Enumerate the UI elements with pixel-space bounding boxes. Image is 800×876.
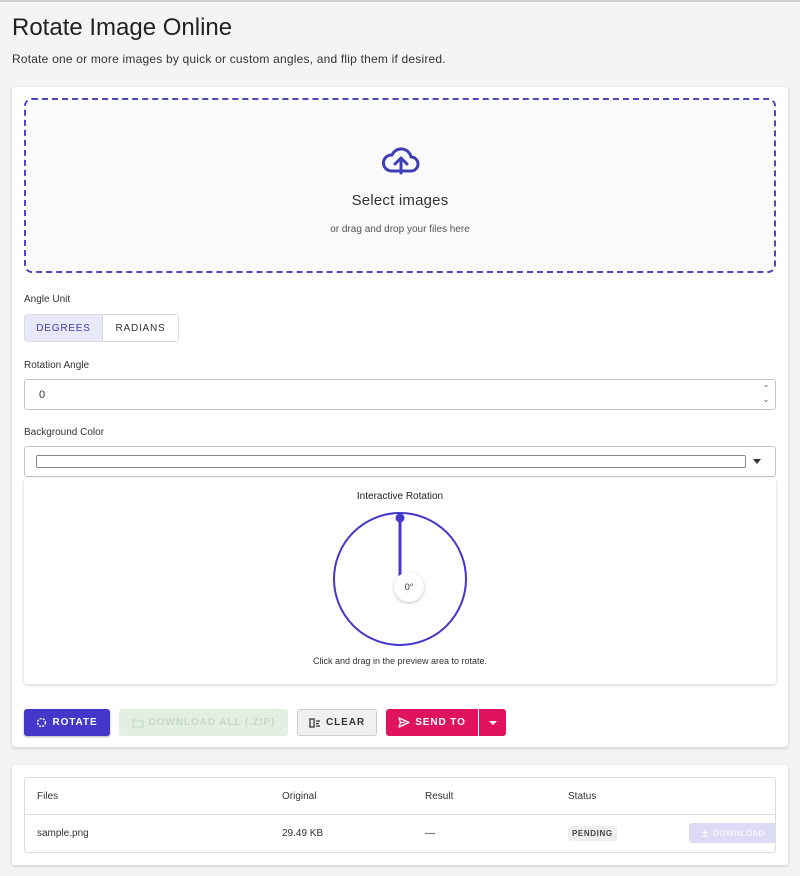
rotate-button[interactable]: ROTATE [24,709,110,736]
rotate-icon [37,717,47,728]
download-all-label: DOWNLOAD ALL (.ZIP) [148,717,276,728]
background-color-label: Background Color [24,427,105,438]
status-cell: PENDING [568,815,617,852]
clear-label: CLEAR [326,717,365,728]
angle-unit-toggle: DEGREES RADIANS [24,314,179,342]
dropzone-hint: or drag and drop your files here [330,224,470,235]
color-swatch[interactable] [36,455,746,468]
background-color-select[interactable] [24,446,776,477]
folder-icon [132,718,144,728]
clear-button[interactable]: CLEAR [297,709,377,736]
header-result: Result [425,790,454,802]
file-dropzone[interactable]: Select images or drag and drop your file… [24,98,776,273]
rotation-angle-value: 0 [39,388,46,401]
download-button[interactable]: DOWNLOAD [689,823,775,843]
chevron-up-icon[interactable]: ⌃ [762,383,770,394]
interactive-rotation-panel: Interactive Rotation 0° Click and drag i… [24,478,776,684]
rotate-options-card: Select images or drag and drop your file… [12,87,788,747]
select-images-label[interactable]: Select images [26,192,774,209]
table-row: sample.png 29.49 KB — PENDING DOWNLOAD [25,815,775,852]
send-to-label: SEND TO [415,717,466,728]
rotate-label: ROTATE [52,717,98,728]
caret-down-icon [488,720,497,725]
rotation-angle-input[interactable]: 0 ⌃ ⌄ [24,379,776,410]
degrees-option[interactable]: DEGREES [25,315,103,341]
clear-all-icon [309,717,321,728]
send-to-button[interactable]: SEND TO [386,709,478,736]
download-icon [702,829,709,837]
original-size: 29.49 KB [282,828,324,839]
rotation-hint: Click and drag in the preview area to ro… [312,656,488,666]
rotation-handle[interactable] [395,513,405,523]
rotation-dial[interactable]: 0° [331,510,469,648]
table-header: Files Original Result Status [25,778,775,815]
header-status: Status [568,790,597,802]
interactive-rotation-title: Interactive Rotation [356,491,444,502]
header-original: Original [282,790,317,802]
radians-option[interactable]: RADIANS [103,315,178,341]
download-all-button[interactable]: DOWNLOAD ALL (.ZIP) [119,709,288,736]
result-size: — [425,828,435,839]
angle-readout: 0° [394,572,424,602]
page-title: Rotate Image Online [12,14,233,41]
files-card: Files Original Result Status sample.png … [12,765,788,865]
cloud-upload-icon [382,147,420,175]
status-badge: PENDING [568,826,617,841]
angle-unit-label: Angle Unit [24,294,71,305]
send-to-dropdown-button[interactable] [479,709,506,736]
caret-down-icon[interactable] [753,459,761,464]
header-files: Files [37,790,59,802]
download-label: DOWNLOAD [713,828,765,838]
file-name: sample.png [37,828,89,839]
send-icon [398,717,410,728]
rotation-angle-label: Rotation Angle [24,360,90,371]
chevron-down-icon[interactable]: ⌄ [762,394,770,405]
number-spinner[interactable]: ⌃ ⌄ [762,383,770,407]
files-table: Files Original Result Status sample.png … [24,777,776,853]
page-subtitle: Rotate one or more images by quick or cu… [12,52,446,66]
